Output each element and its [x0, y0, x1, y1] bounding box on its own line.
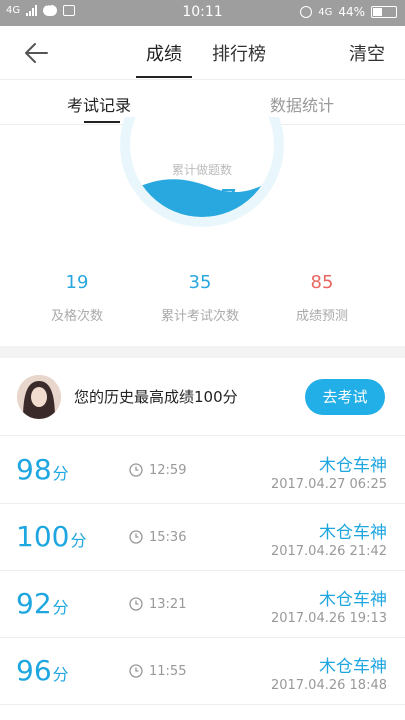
clock-icon	[129, 530, 143, 544]
record-score-value: 100	[16, 520, 70, 553]
subtab-data-stats[interactable]: 数据统计	[270, 92, 334, 116]
record-date: 2017.04.26 19:13	[270, 611, 387, 626]
tab-active-indicator	[136, 76, 192, 78]
record-user: 木仓车神	[319, 523, 387, 543]
subtab-active-indicator	[84, 121, 120, 123]
record-score: 100分	[16, 520, 86, 553]
clock-icon	[129, 664, 143, 678]
record-score-unit: 分	[52, 464, 69, 483]
record-score: 92分	[16, 587, 69, 620]
stat-exam-count-label: 累计考试次数	[160, 309, 239, 324]
record-row[interactable]: 96分 11:55 木仓车神 2017.04.26 18:48	[0, 638, 405, 705]
stat-passed-label: 及格次数	[50, 309, 103, 324]
clock-icon	[129, 597, 143, 611]
record-score-unit: 分	[52, 598, 69, 617]
battery-percent: 44%	[338, 5, 365, 19]
header: 成绩 排行榜 清空	[0, 26, 405, 80]
stat-passed-value: 19	[65, 272, 89, 293]
record-duration: 12:59	[149, 463, 187, 478]
tab-ranking[interactable]: 排行榜	[212, 40, 266, 66]
tab-score[interactable]: 成绩	[136, 40, 192, 66]
alarm-icon	[300, 6, 313, 18]
stat-passed: 19 及格次数	[17, 272, 137, 324]
record-duration: 15:36	[149, 530, 187, 545]
record-date: 2017.04.26 18:48	[270, 678, 387, 693]
clock-icon	[129, 463, 143, 477]
record-date: 2017.04.27 06:25	[270, 477, 387, 492]
stat-exam-count: 35 累计考试次数	[140, 272, 260, 324]
record-duration: 11:55	[149, 664, 187, 679]
record-row[interactable]: 92分 13:21 木仓车神 2017.04.26 19:13	[0, 571, 405, 638]
record-user: 木仓车神	[319, 590, 387, 610]
avatar	[17, 375, 61, 419]
stat-prediction-value: 85	[310, 272, 334, 293]
battery-icon	[371, 6, 397, 18]
network-type-right: 4G	[318, 6, 333, 18]
record-row[interactable]: 100分 15:36 木仓车神 2017.04.26 21:42	[0, 504, 405, 571]
record-score-value: 92	[16, 587, 52, 620]
record-score-value: 96	[16, 654, 52, 687]
record-score-unit: 分	[52, 665, 69, 684]
stat-exam-count-value: 35	[188, 272, 212, 293]
record-score-value: 98	[16, 453, 52, 486]
total-questions-gauge: 累计做题数 6627	[120, 117, 284, 227]
stat-prediction-label: 成绩预测	[295, 309, 348, 324]
subtab-exam-records[interactable]: 考试记录	[67, 92, 131, 116]
back-arrow-icon[interactable]	[22, 39, 50, 67]
stat-prediction: 85 成绩预测	[262, 272, 382, 324]
record-score: 96分	[16, 654, 69, 687]
status-right: 4G 44%	[300, 5, 397, 19]
record-row[interactable]: 98分 12:59 木仓车神 2017.04.27 06:25	[0, 437, 405, 504]
best-score-text: 您的历史最高成绩100分	[74, 388, 238, 406]
status-bar: 4G 10:11 4G 44%	[0, 0, 405, 26]
take-exam-button[interactable]: 去考试	[305, 379, 385, 415]
best-score-row: 您的历史最高成绩100分 去考试	[0, 358, 405, 436]
record-duration: 13:21	[149, 597, 187, 612]
record-date: 2017.04.26 21:42	[270, 544, 387, 559]
gauge-inner: 累计做题数 6627	[130, 117, 274, 217]
record-score: 98分	[16, 453, 69, 486]
total-questions-value: 6627	[166, 183, 238, 216]
record-user: 木仓车神	[319, 456, 387, 476]
record-user: 木仓车神	[319, 657, 387, 677]
total-questions-label: 累计做题数	[171, 163, 232, 177]
clear-button[interactable]: 清空	[349, 40, 385, 66]
record-score-unit: 分	[70, 531, 87, 550]
section-divider	[0, 346, 405, 358]
